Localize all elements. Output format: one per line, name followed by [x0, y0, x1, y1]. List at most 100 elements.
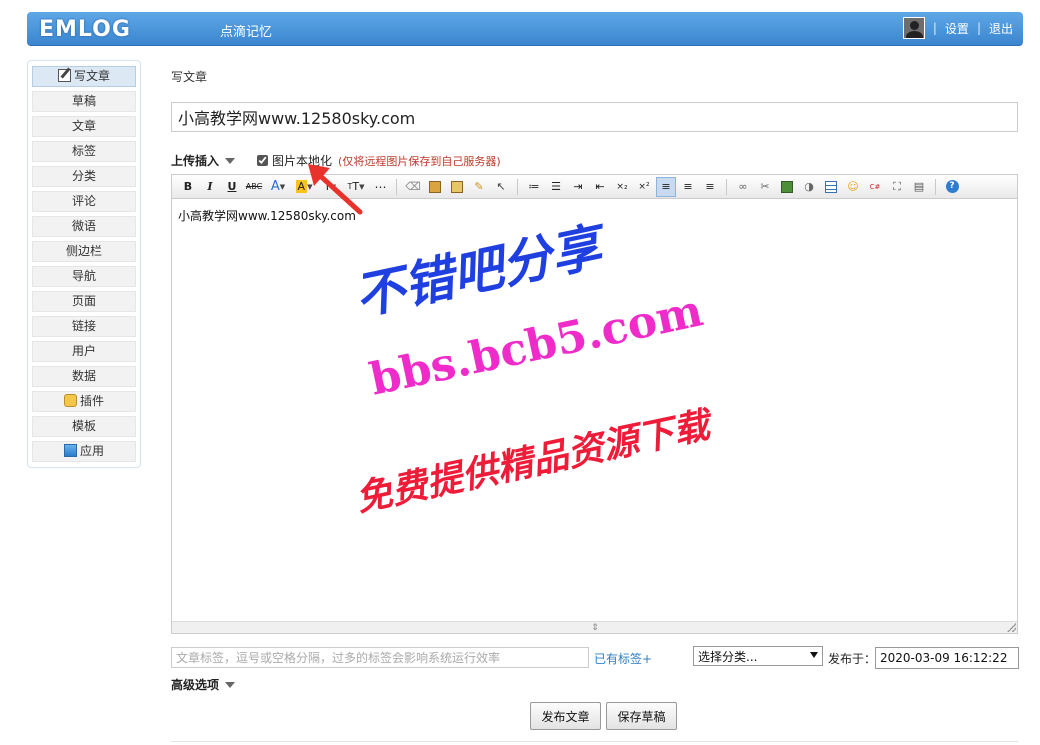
strikethrough-button[interactable]: ABC: [244, 177, 264, 197]
paste-word-icon[interactable]: [447, 177, 467, 197]
avatar[interactable]: [902, 17, 925, 39]
sidebar-item-label: 写文章: [73, 69, 110, 83]
page-title: 写文章: [171, 70, 208, 84]
article-title-input[interactable]: [171, 102, 1018, 132]
upload-insert-label: 上传插入: [171, 154, 220, 168]
category-select[interactable]: 选择分类...: [693, 646, 823, 666]
sidebar-item-comments[interactable]: 评论: [32, 191, 136, 212]
flash-icon[interactable]: ◑: [799, 177, 819, 197]
write-icon: [57, 69, 71, 82]
eraser-icon[interactable]: ⌫: [403, 177, 423, 197]
category-selected-value: 选择分类...: [698, 650, 758, 664]
sidebar-item-articles[interactable]: 文章: [32, 116, 136, 137]
table-icon[interactable]: [821, 177, 841, 197]
underline-button[interactable]: U: [222, 177, 242, 197]
sidebar-item-label: 草稿: [71, 94, 96, 108]
indent-icon[interactable]: ⇥: [568, 177, 588, 197]
subscript-icon[interactable]: ×₂: [612, 177, 632, 197]
advanced-options-toggle[interactable]: 高级选项: [171, 676, 236, 693]
emlog-logo[interactable]: EMLOG: [39, 17, 131, 42]
corner-resize-icon[interactable]: [1007, 623, 1016, 632]
font-color-icon: A: [270, 179, 280, 194]
publish-date-input[interactable]: [875, 647, 1019, 669]
sidebar-item-data[interactable]: 数据: [32, 366, 136, 387]
format-brush-icon[interactable]: ✎: [469, 177, 489, 197]
publish-button[interactable]: 发布文章: [530, 702, 601, 730]
sidebar-item-label: 文章: [71, 119, 96, 133]
app-icon: [63, 444, 77, 457]
select-cursor-icon[interactable]: ↖: [491, 177, 511, 197]
help-icon[interactable]: ?: [942, 177, 962, 197]
sidebar-item-label: 微语: [71, 219, 96, 233]
paste-icon[interactable]: [425, 177, 445, 197]
unordered-list-icon[interactable]: ☰: [546, 177, 566, 197]
sidebar-item-label: 数据: [71, 369, 96, 383]
outdent-icon[interactable]: ⇤: [590, 177, 610, 197]
sidebar-item-categories[interactable]: 分类: [32, 166, 136, 187]
sidebar-item-drafts[interactable]: 草稿: [32, 91, 136, 112]
resize-handle-icon[interactable]: ⇕: [588, 623, 602, 633]
upload-insert-menu[interactable]: 上传插入: [171, 152, 236, 169]
sidebar-item-links[interactable]: 链接: [32, 316, 136, 337]
code-icon[interactable]: C#: [865, 177, 885, 197]
sidebar-item-label: 导航: [71, 269, 96, 283]
sidebar-item-label: 模板: [71, 419, 96, 433]
chevron-down-icon: [225, 682, 236, 688]
settings-link[interactable]: 设置: [945, 20, 969, 37]
localize-images-checkbox[interactable]: [257, 155, 269, 166]
advanced-options-label: 高级选项: [171, 678, 220, 692]
sidebar-item-write[interactable]: 写文章: [32, 66, 136, 87]
page-break-icon[interactable]: ▤: [909, 177, 929, 197]
ordered-list-icon[interactable]: ≔: [524, 177, 544, 197]
sidebar-item-plugins[interactable]: 插件: [32, 391, 136, 412]
sidebar-item-label: 链接: [71, 319, 96, 333]
sidebar-item-label: 侧边栏: [65, 244, 102, 258]
chevron-down-icon: [810, 652, 818, 658]
top-header-bar: EMLOG 点滴记忆 | 设置 | 退出: [27, 12, 1023, 46]
sidebar-item-label: 页面: [71, 294, 96, 308]
editor-status-bar: ⇕: [172, 621, 1017, 633]
sidebar-item-tags[interactable]: 标签: [32, 141, 136, 162]
sidebar-item-label: 用户: [71, 344, 96, 358]
separator: |: [932, 21, 937, 35]
image-icon[interactable]: [777, 177, 797, 197]
logout-link[interactable]: 退出: [989, 20, 1013, 37]
link-icon[interactable]: ∞: [733, 177, 753, 197]
tag-input[interactable]: [171, 647, 589, 668]
sidebar-item-twitter[interactable]: 微语: [32, 216, 136, 237]
sidebar-item-label: 标签: [71, 144, 96, 158]
chevron-down-icon: [225, 158, 236, 164]
save-draft-button[interactable]: 保存草稿: [606, 702, 677, 730]
header-user-menu: | 设置 | 退出: [902, 17, 1013, 39]
sidebar-item-pages[interactable]: 页面: [32, 291, 136, 312]
sidebar-item-users[interactable]: 用户: [32, 341, 136, 362]
fullscreen-icon[interactable]: ⛶: [887, 177, 907, 197]
align-center-icon[interactable]: ≡: [678, 177, 698, 197]
emoticon-icon[interactable]: ☺: [843, 177, 863, 197]
annotation-arrow-icon: [308, 164, 363, 215]
plugin-icon: [63, 394, 77, 407]
bold-button[interactable]: B: [178, 177, 198, 197]
italic-button[interactable]: I: [200, 177, 220, 197]
sidebar-item-widgets[interactable]: 侧边栏: [32, 241, 136, 262]
toolbar-separator: [726, 178, 727, 195]
blog-name[interactable]: 点滴记忆: [220, 21, 272, 40]
existing-tags-link[interactable]: 已有标签+: [594, 650, 652, 667]
admin-sidebar: 写文章 草稿 文章 标签 分类 评论 微语 侧边栏 导航 页面 链接 用户 数据…: [27, 60, 141, 468]
sidebar-item-label: 分类: [71, 169, 96, 183]
unlink-icon[interactable]: ✂: [755, 177, 775, 197]
divider: [171, 741, 1018, 742]
sidebar-item-templates[interactable]: 模板: [32, 416, 136, 437]
toolbar-separator: [517, 178, 518, 195]
font-color-button[interactable]: A ▼: [266, 177, 290, 197]
sidebar-item-navigation[interactable]: 导航: [32, 266, 136, 287]
sidebar-item-label: 应用: [79, 444, 104, 458]
superscript-icon[interactable]: ×²: [634, 177, 654, 197]
editor-toolbar: B I U ABC A▼ A▼ T▼ TT▼ ⋯ ⌫ ✎ ↖ ≔ ☰ ⇥ ⇤ ×…: [172, 175, 1017, 199]
align-right-icon[interactable]: ≡: [700, 177, 720, 197]
separator: |: [976, 21, 981, 35]
sidebar-item-label: 插件: [79, 394, 104, 408]
sidebar-item-apps[interactable]: 应用: [32, 441, 136, 462]
align-left-icon[interactable]: ≡: [656, 176, 676, 197]
sidebar-item-label: 评论: [71, 194, 96, 208]
